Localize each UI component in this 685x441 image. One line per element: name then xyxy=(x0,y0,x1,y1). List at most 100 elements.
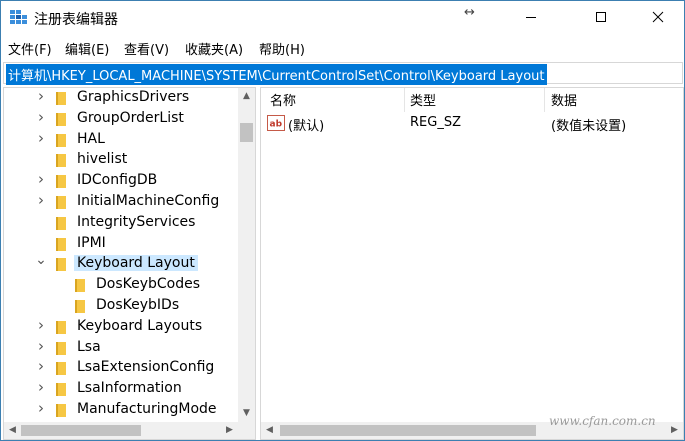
folder-icon xyxy=(56,237,66,251)
window-title: 注册表编辑器 xyxy=(34,12,118,28)
tree-item-label: DosKeybCodes xyxy=(96,276,201,293)
key-tree-pane[interactable]: › GraphicsDrivers › GroupOrderList › HAL hivel… xyxy=(3,87,256,440)
menu-bar: 文件(F) 编辑(E) 查看(V) 收藏夹(A) 帮助(H) xyxy=(1,36,684,58)
table-row[interactable]: ab (默认) REG_SZ (数值未设置) xyxy=(261,114,681,134)
folder-icon xyxy=(56,258,66,272)
address-bar[interactable]: 计算机\HKEY_LOCAL_MACHINE\SYSTEM\CurrentCon… xyxy=(3,62,683,85)
menu-edit[interactable]: 编辑(E) xyxy=(65,39,109,58)
minimize-button[interactable] xyxy=(508,1,554,33)
column-divider[interactable] xyxy=(544,88,545,112)
folder-icon xyxy=(56,404,66,417)
scroll-right-icon[interactable]: ▶ xyxy=(221,422,238,439)
title-bar[interactable]: 注册表编辑器 ↔ xyxy=(1,1,684,35)
column-header-data[interactable]: 数据 xyxy=(551,90,577,109)
folder-icon xyxy=(75,300,85,313)
folder-icon xyxy=(56,133,66,147)
scroll-left-icon[interactable]: ◀ xyxy=(4,422,21,439)
scroll-up-icon[interactable]: ▲ xyxy=(238,88,255,105)
scrollbar-corner xyxy=(238,422,255,439)
menu-favorites[interactable]: 收藏夹(A) xyxy=(185,39,243,58)
scroll-down-icon[interactable]: ▼ xyxy=(238,405,255,422)
string-value-icon-text: ab xyxy=(270,120,283,130)
tree-item-label: GraphicsDrivers xyxy=(77,89,190,105)
folder-icon xyxy=(56,216,66,230)
tree-item-label: IPMI xyxy=(77,234,106,251)
tree-item-label: Keyboard Layout xyxy=(74,255,198,272)
chevron-right-icon[interactable]: › xyxy=(35,109,47,124)
tree-item[interactable]: › Keyboard Layouts xyxy=(4,317,234,338)
tree-item-label: GroupOrderList xyxy=(77,109,184,126)
tree-item[interactable]: DosKeybIDs xyxy=(4,296,234,317)
scroll-left-icon[interactable]: ◀ xyxy=(261,422,278,439)
chevron-right-icon[interactable]: › xyxy=(35,172,47,187)
value-name: (默认) xyxy=(288,119,325,134)
chevron-down-icon[interactable]: ⌄ xyxy=(35,253,47,267)
value-type: REG_SZ xyxy=(410,115,461,130)
column-divider[interactable] xyxy=(404,88,405,112)
chevron-right-icon[interactable]: › xyxy=(35,317,47,332)
tree-vertical-scrollbar[interactable]: ▲ ▼ xyxy=(238,88,255,422)
tree-item-label: ManufacturingMode xyxy=(77,401,217,417)
folder-icon xyxy=(75,279,85,293)
tree-item-label: InitialMachineConfig xyxy=(77,193,220,209)
tree-item[interactable]: › HAL xyxy=(4,130,234,151)
tree-item[interactable]: › LsaExtensionConfig xyxy=(4,358,234,379)
string-value-icon: ab xyxy=(267,115,285,131)
maximize-button[interactable] xyxy=(578,1,624,33)
close-button[interactable] xyxy=(635,1,681,33)
menu-help[interactable]: 帮助(H) xyxy=(259,39,305,58)
column-header-name[interactable]: 名称 xyxy=(270,90,296,109)
tree-item-label: Keyboard Layouts xyxy=(77,317,203,334)
tree-item[interactable]: › ManufacturingMode xyxy=(4,400,234,421)
tree-item-label: LsaInformation xyxy=(77,380,182,397)
folder-icon xyxy=(56,320,66,334)
tree-item-label: LsaExtensionConfig xyxy=(77,359,215,376)
tree-item[interactable]: › InitialMachineConfig xyxy=(4,192,234,213)
tree-item-label: HAL xyxy=(77,130,105,147)
folder-icon xyxy=(56,175,66,189)
tree-vertical-scroll-thumb[interactable] xyxy=(240,123,253,142)
folder-icon xyxy=(56,383,66,397)
address-path[interactable]: 计算机\HKEY_LOCAL_MACHINE\SYSTEM\CurrentCon… xyxy=(6,64,547,85)
tree-item[interactable]: IntegrityServices xyxy=(4,213,234,234)
maximize-icon xyxy=(596,12,606,22)
tree-item[interactable]: ⌄ Keyboard Layout xyxy=(4,253,234,275)
menu-view[interactable]: 查看(V) xyxy=(124,39,169,58)
tree-horizontal-scrollbar[interactable]: ◀ ▶ xyxy=(4,422,238,439)
minimize-icon xyxy=(526,17,536,18)
folder-icon xyxy=(56,112,66,126)
list-horizontal-scroll-thumb[interactable] xyxy=(280,425,536,436)
tree-item[interactable]: › GroupOrderList xyxy=(4,109,234,130)
tree-item[interactable]: DosKeybCodes xyxy=(4,275,234,296)
folder-icon xyxy=(56,92,66,105)
tree-item[interactable]: hivelist xyxy=(4,150,234,171)
chevron-right-icon[interactable]: › xyxy=(35,130,47,145)
tree-item-label: IDConfigDB xyxy=(77,172,158,189)
tree-horizontal-scroll-thumb[interactable] xyxy=(21,425,141,436)
tree-item[interactable]: › LsaInformation xyxy=(4,379,234,400)
chevron-right-icon[interactable]: › xyxy=(35,380,47,395)
tree-item[interactable]: › IDConfigDB xyxy=(4,171,234,192)
folder-icon xyxy=(56,196,66,209)
folder-icon xyxy=(56,154,66,168)
resize-cursor-icon: ↔ xyxy=(464,5,475,20)
registry-editor-app-icon xyxy=(10,10,27,24)
registry-editor-window: 注册表编辑器 ↔ 文件(F) 编辑(E) 查看(V) 收藏夹(A) 帮助(H) … xyxy=(0,0,685,441)
menu-file[interactable]: 文件(F) xyxy=(8,39,52,58)
value-data: (数值未设置) xyxy=(551,119,627,134)
close-icon xyxy=(652,11,664,23)
chevron-right-icon[interactable]: › xyxy=(35,193,47,208)
scroll-right-icon[interactable]: ▶ xyxy=(666,422,683,439)
column-header-type[interactable]: 类型 xyxy=(410,90,436,109)
folder-icon xyxy=(56,362,66,376)
chevron-right-icon[interactable]: › xyxy=(35,401,47,416)
chevron-right-icon[interactable]: › xyxy=(35,338,47,353)
tree-item[interactable]: › GraphicsDrivers xyxy=(4,88,234,109)
chevron-right-icon[interactable]: › xyxy=(35,89,47,104)
chevron-right-icon[interactable]: › xyxy=(35,359,47,374)
tree-item-label: DosKeybIDs xyxy=(96,297,180,313)
values-list-pane[interactable]: 名称 类型 数据 ab (默认) REG_SZ (数值未设置) ◀ ▶ xyxy=(260,87,684,440)
watermark-text: www.cfan.com.cn xyxy=(549,414,656,428)
tree-item-label: hivelist xyxy=(77,151,128,168)
tree-item[interactable]: › Lsa xyxy=(4,338,234,359)
